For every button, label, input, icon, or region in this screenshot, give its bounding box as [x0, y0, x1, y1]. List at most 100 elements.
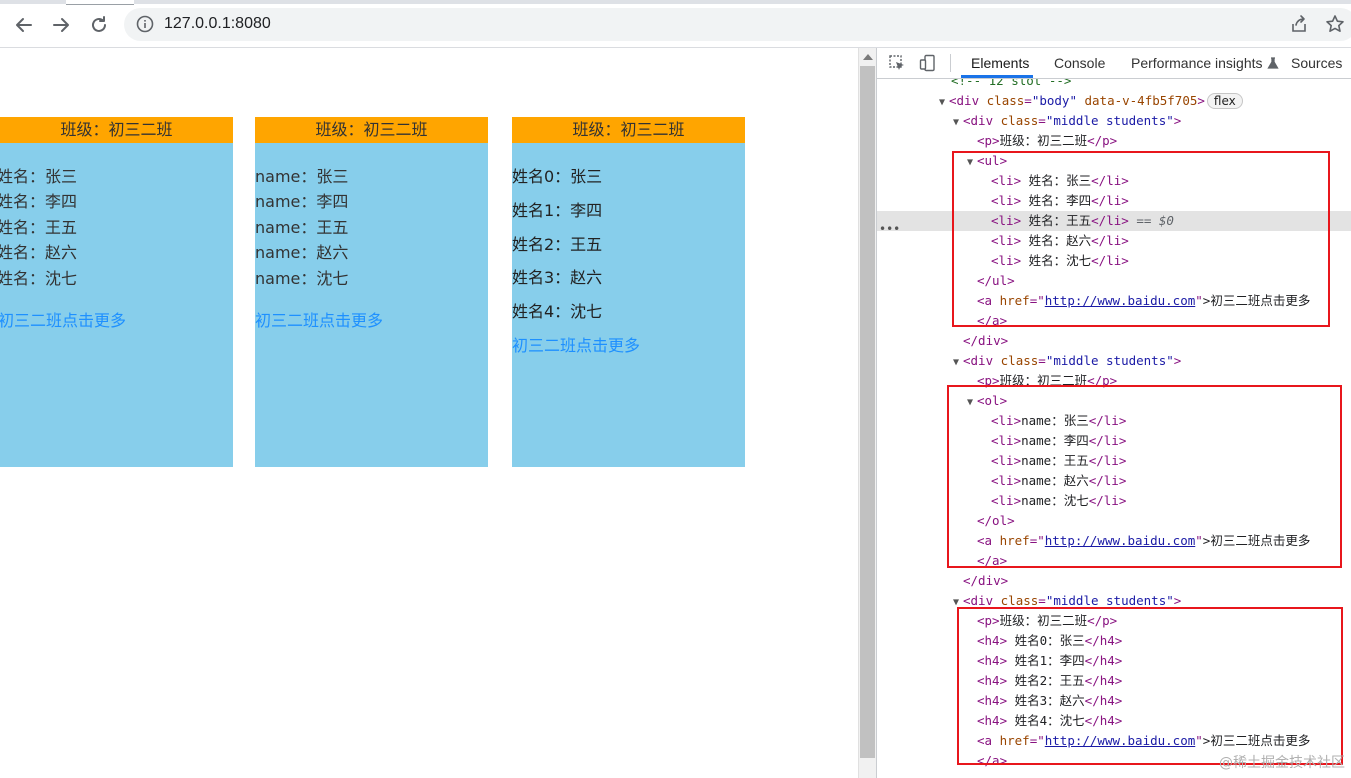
tree-line[interactable]: <h4> 姓名1：李四</h4> — [877, 651, 1351, 671]
list-item: 姓名：王五 — [0, 218, 78, 237]
tree-line[interactable]: </a> — [877, 311, 1351, 331]
star-icon[interactable] — [1325, 14, 1345, 34]
tab-sources[interactable]: Sources — [1291, 55, 1342, 71]
info-icon[interactable] — [136, 15, 154, 33]
heading-item: 姓名4：沈七 — [512, 302, 603, 321]
heading-item: 姓名3：赵六 — [512, 268, 603, 287]
more-link[interactable]: 初三二班点击更多 — [255, 307, 383, 331]
list-item: name：李四 — [255, 192, 349, 211]
tree-line[interactable]: <!-- 12 slot --> — [877, 79, 1351, 91]
tree-line[interactable]: </div> — [877, 571, 1351, 591]
reload-button[interactable] — [88, 14, 110, 36]
tree-line[interactable]: ▼ <div class="body" data-v-4fb5f705> flex — [877, 91, 1351, 111]
expand-arrow-icon[interactable]: ▼ — [953, 113, 963, 133]
tab-sources-clip: Sources — [1291, 48, 1351, 78]
tree-line[interactable]: <a href="http://www.baidu.com">初三二班点击更多 — [877, 531, 1351, 551]
tree-line[interactable]: ▼ <ol> — [877, 391, 1351, 411]
tab-elements[interactable]: Elements — [971, 55, 1029, 71]
devtools-panel: Elements Console Performance insights So… — [876, 48, 1351, 778]
tree-line[interactable]: <li> 姓名：沈七</li> — [877, 251, 1351, 271]
list-item: name：赵六 — [255, 243, 349, 262]
expand-arrow-icon[interactable]: ▼ — [939, 93, 949, 113]
tree-line[interactable]: <li>name：沈七</li> — [877, 491, 1351, 511]
forward-button[interactable] — [50, 14, 72, 36]
card-header: 班级：初三二班 — [512, 117, 745, 143]
scrollbar-thumb[interactable] — [860, 66, 875, 758]
selected-marker: == $0 — [1136, 213, 1174, 228]
href-link[interactable]: http://www.baidu.com — [1045, 533, 1196, 548]
tree-line[interactable]: <p>班级：初三二班</p> — [877, 371, 1351, 391]
url-text[interactable]: 127.0.0.1:8080 — [164, 15, 271, 33]
elements-tree[interactable]: <!-- 12 slot --> ▼ <div class="body" data… — [877, 79, 1351, 778]
card-header: 班级：初三二班 — [0, 117, 233, 143]
inspect-element-icon[interactable] — [888, 54, 906, 72]
heading-item: 姓名1：李四 — [512, 201, 603, 220]
address-bar[interactable]: 127.0.0.1:8080 — [124, 8, 1351, 41]
watermark: @稀土掘金技术社区 — [1219, 755, 1345, 771]
list-item: 姓名：张三 — [0, 167, 78, 186]
tree-line[interactable]: <li> 姓名：赵六</li> — [877, 231, 1351, 251]
list-item: 姓名：李四 — [0, 192, 78, 211]
heading-item: 姓名2：王五 — [512, 235, 603, 254]
flask-icon — [1267, 57, 1279, 69]
tree-line[interactable]: ▼ <div class="middle students"> — [877, 111, 1351, 131]
student-card-ul: 班级：初三二班 姓名：张三 姓名：李四 姓名：王五 姓名：赵六 姓名：沈七 初三… — [0, 117, 233, 467]
tree-line[interactable]: <a href="http://www.baidu.com">初三二班点击更多 — [877, 731, 1351, 751]
expand-arrow-icon[interactable]: ▼ — [953, 593, 963, 613]
tree-line[interactable]: <p>班级：初三二班</p> — [877, 611, 1351, 631]
tab-console[interactable]: Console — [1054, 55, 1105, 71]
tree-line[interactable]: ▼ <ul> — [877, 151, 1351, 171]
expand-arrow-icon[interactable]: ▼ — [967, 393, 977, 413]
tab-strip — [0, 0, 1351, 5]
scroll-up-icon[interactable] — [863, 54, 873, 60]
tree-line[interactable]: <p>班级：初三二班</p> — [877, 131, 1351, 151]
more-link[interactable]: 初三二班点击更多 — [0, 307, 126, 331]
flex-badge[interactable]: flex — [1206, 93, 1243, 109]
expand-arrow-icon[interactable]: ▼ — [967, 153, 977, 173]
toolbar-divider — [950, 54, 951, 72]
tree-line[interactable]: <h4> 姓名2：王五</h4> — [877, 671, 1351, 691]
student-card-ol: 班级：初三二班 name：张三 name：李四 name：王五 name：赵六 … — [255, 117, 488, 467]
tree-line[interactable]: </div> — [877, 331, 1351, 351]
href-link[interactable]: http://www.baidu.com — [1045, 293, 1196, 308]
tree-line[interactable]: <li>name：王五</li> — [877, 451, 1351, 471]
tree-line[interactable]: ▼ <div class="middle students"> — [877, 591, 1351, 611]
expand-arrow-icon[interactable]: ▼ — [953, 353, 963, 373]
tree-line[interactable]: <h4> 姓名4：沈七</h4> — [877, 711, 1351, 731]
tree-line-selected[interactable]: <li> 姓名：王五</li> == $0 — [877, 211, 1351, 231]
tree-line[interactable]: <li> 姓名：张三</li> — [877, 171, 1351, 191]
active-tab[interactable] — [66, 0, 134, 5]
tab-performance-insights[interactable]: Performance insights — [1131, 55, 1263, 71]
device-toggle-icon[interactable] — [919, 54, 937, 72]
card-header: 班级：初三二班 — [255, 117, 488, 143]
tree-line[interactable]: <li> 姓名：李四</li> — [877, 191, 1351, 211]
more-link[interactable]: 初三二班点击更多 — [512, 332, 640, 356]
tree-line[interactable]: </a> — [877, 551, 1351, 571]
tree-line[interactable]: <li>name：张三</li> — [877, 411, 1351, 431]
tree-line[interactable]: <a href="http://www.baidu.com">初三二班点击更多 — [877, 291, 1351, 311]
page-scrollbar[interactable] — [858, 48, 877, 778]
tree-line[interactable]: <li>name：赵六</li> — [877, 471, 1351, 491]
href-link[interactable]: http://www.baidu.com — [1045, 733, 1196, 748]
tree-line[interactable]: ▼ <div class="middle students"> — [877, 351, 1351, 371]
tree-line[interactable]: <h4> 姓名0：张三</h4> — [877, 631, 1351, 651]
arrow-right-icon — [53, 18, 69, 32]
reload-icon — [92, 16, 106, 32]
arrow-left-icon — [16, 18, 32, 32]
back-button[interactable] — [13, 14, 35, 36]
active-tab-indicator — [961, 75, 1033, 78]
page-viewport: 班级：初三二班 姓名：张三 姓名：李四 姓名：王五 姓名：赵六 姓名：沈七 初三… — [0, 48, 858, 778]
devtools-toolbar: Elements Console Performance insights So… — [877, 48, 1351, 79]
tree-line[interactable]: <li>name：李四</li> — [877, 431, 1351, 451]
list-item: name：张三 — [255, 167, 349, 186]
list-item: name：沈七 — [255, 269, 349, 288]
list-item: 姓名：赵六 — [0, 243, 78, 262]
tree-line[interactable]: </ol> — [877, 511, 1351, 531]
browser-toolbar: 127.0.0.1:8080 — [0, 0, 1351, 48]
share-icon[interactable] — [1289, 14, 1309, 34]
list-item: 姓名：沈七 — [0, 269, 78, 288]
tree-line[interactable]: <h4> 姓名3：赵六</h4> — [877, 691, 1351, 711]
heading-item: 姓名0：张三 — [512, 167, 603, 186]
tree-line[interactable]: </ul> — [877, 271, 1351, 291]
list-item: name：王五 — [255, 218, 349, 237]
